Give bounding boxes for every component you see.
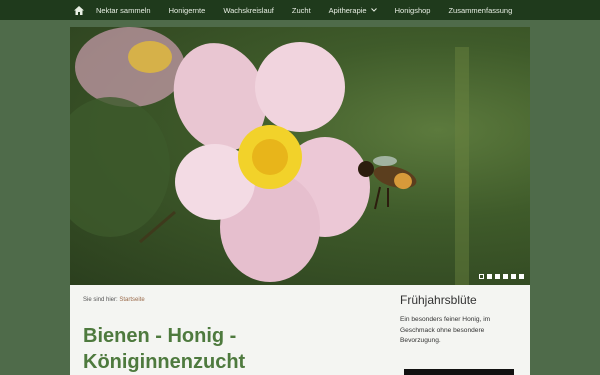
slider-pagination [479,274,524,279]
chevron-down-icon [370,8,377,12]
sidebar: Frühjahrsblüte Ein besonders feiner Honi… [400,293,518,347]
main-content: Sie sind hier: Startseite Bienen - Honig… [70,285,530,375]
breadcrumb-prefix: Sie sind hier: [83,297,118,303]
page-title: Bienen - Honig - Königinnenzucht [83,325,246,373]
home-icon[interactable] [74,5,84,15]
slider-dot[interactable] [503,274,508,279]
slider-dot[interactable] [495,274,500,279]
nav-item-wachskreislauf[interactable]: Wachskreislauf [223,6,274,15]
nav-item-honigshop[interactable]: Honigshop [395,6,431,15]
breadcrumb: Sie sind hier: Startseite [83,297,145,303]
nav-item-nektar-sammeln[interactable]: Nektar sammeln [96,6,151,15]
slider-dot[interactable] [519,274,524,279]
page-frame: Sie sind hier: Startseite Bienen - Honig… [70,27,530,375]
top-navigation: Nektar sammeln Honigernte Wachskreislauf… [0,0,600,20]
nav-item-honigernte[interactable]: Honigernte [169,6,206,15]
breadcrumb-link-startseite[interactable]: Startseite [119,297,144,303]
sidebar-text: Ein besonders feiner Honig, im Geschmack… [400,316,491,344]
nav-item-zucht[interactable]: Zucht [292,6,311,15]
slider-dot[interactable] [479,274,484,279]
slider-dot[interactable] [511,274,516,279]
sidebar-button[interactable] [404,369,514,375]
nav-item-zusammenfassung[interactable]: Zusammenfassung [448,6,512,15]
slider-dot[interactable] [487,274,492,279]
nav-item-apitherapie[interactable]: Apitherapie [329,6,377,15]
hero-slider-image [70,27,530,285]
sidebar-title: Frühjahrsblüte [400,293,477,307]
